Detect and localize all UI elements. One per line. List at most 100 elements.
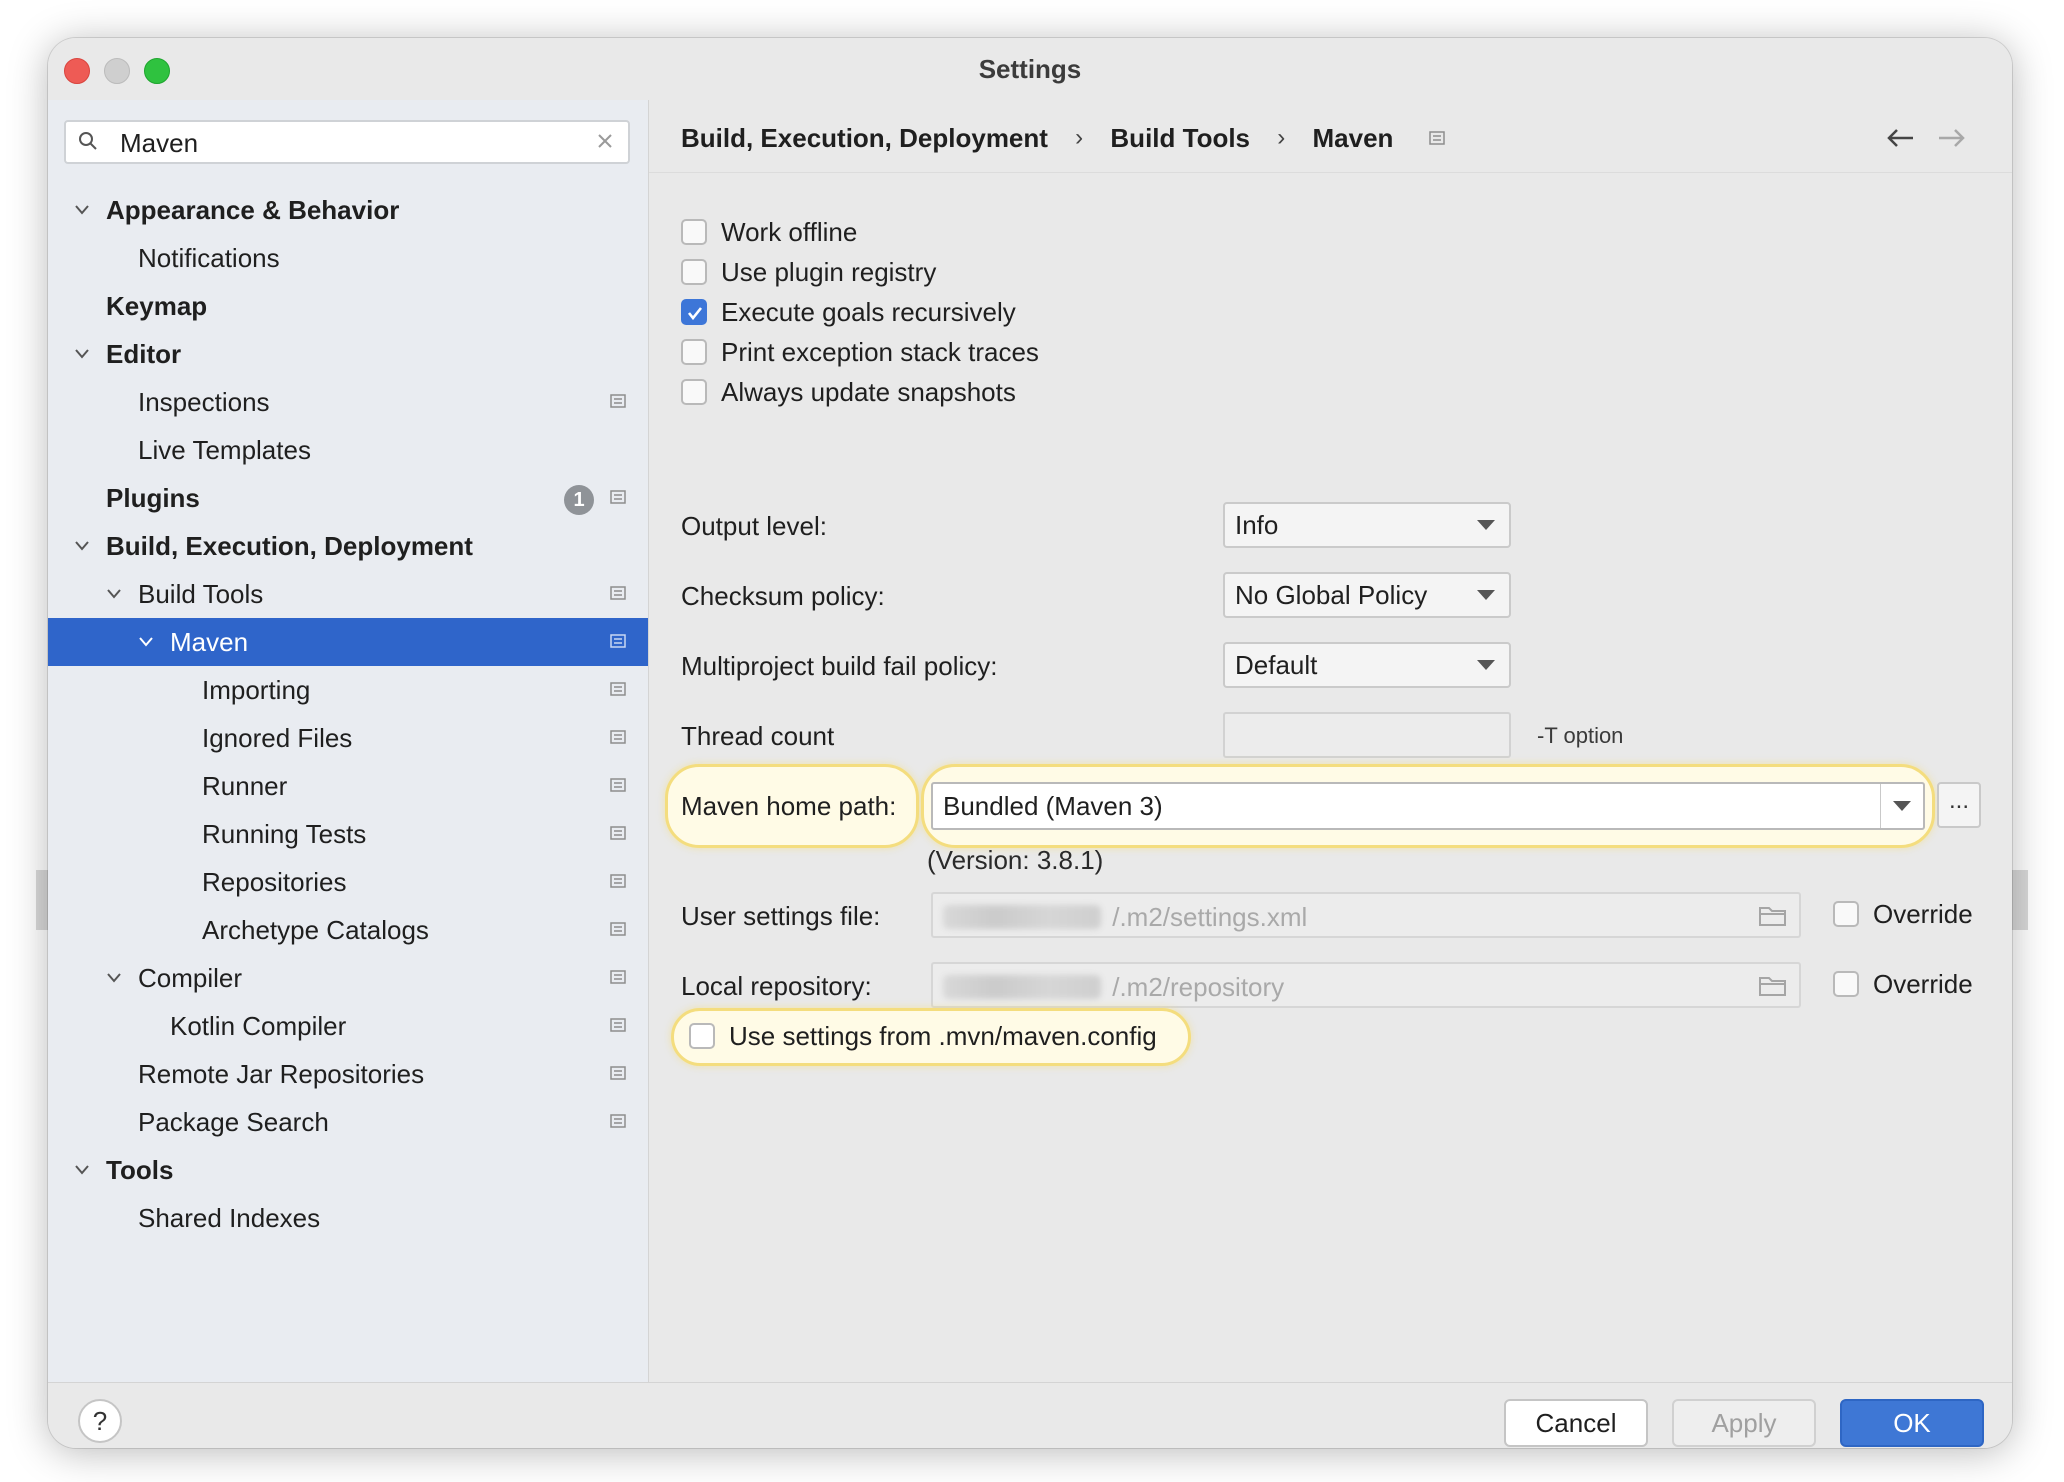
close-window-button[interactable] (64, 58, 90, 84)
chevron-down-icon[interactable] (74, 203, 90, 217)
header-divider (649, 172, 2012, 173)
breadcrumb-item: Maven (1312, 123, 1394, 154)
user-settings-value: /.m2/settings.xml (1112, 902, 1308, 933)
page-icon (610, 970, 626, 984)
chevron-down-icon (1477, 590, 1495, 600)
user-settings-label: User settings file: (681, 901, 881, 931)
option-checkbox[interactable] (681, 299, 707, 325)
maven-home-combo[interactable]: Bundled (Maven 3) (931, 782, 1925, 830)
sidebar-item-label: Archetype Catalogs (202, 915, 429, 945)
clear-search-icon[interactable] (596, 132, 614, 150)
local-repo-input[interactable]: /.m2/repository (931, 962, 1801, 1008)
fail-policy-select[interactable]: Default (1223, 642, 1511, 688)
chevron-down-icon[interactable] (106, 587, 122, 601)
option-label: Use plugin registry (721, 257, 937, 287)
folder-icon[interactable] (1759, 974, 1787, 996)
sidebar-item-label: Tools (106, 1155, 174, 1185)
option-checkbox[interactable] (681, 379, 707, 405)
sidebar-item[interactable]: Keymap (48, 282, 648, 330)
page-icon (610, 826, 626, 840)
sidebar-item[interactable]: Runner (48, 762, 648, 810)
sidebar-item[interactable]: Live Templates (48, 426, 648, 474)
breadcrumb-item[interactable]: Build, Execution, Deployment (681, 118, 1048, 158)
settings-content: Build, Execution, Deployment › Build Too… (649, 100, 2012, 1382)
chevron-down-icon[interactable] (138, 635, 154, 649)
sidebar-item[interactable]: Repositories (48, 858, 648, 906)
sidebar-item[interactable]: Appearance & Behavior (48, 186, 648, 234)
sidebar-item[interactable]: Archetype Catalogs (48, 906, 648, 954)
search-icon (79, 132, 97, 150)
sidebar-item-label: Runner (202, 771, 288, 801)
output-level-select[interactable]: Info (1223, 502, 1511, 548)
sidebar-item[interactable]: Build, Execution, Deployment (48, 522, 648, 570)
sidebar-item[interactable]: Inspections (48, 378, 648, 426)
cancel-button[interactable]: Cancel (1504, 1399, 1648, 1447)
sidebar-item[interactable]: Shared Indexes (48, 1194, 648, 1242)
chevron-down-icon (1477, 660, 1495, 670)
sidebar-item[interactable]: Ignored Files (48, 714, 648, 762)
sidebar-item[interactable]: Notifications (48, 234, 648, 282)
sidebar-item-label: Appearance & Behavior (106, 195, 400, 225)
chevron-down-icon[interactable] (74, 539, 90, 553)
sidebar-item-label: Keymap (106, 291, 208, 321)
thread-count-label: Thread count (681, 721, 835, 751)
chevron-down-icon[interactable] (106, 971, 122, 985)
sidebar-item[interactable]: Running Tests (48, 810, 648, 858)
page-icon (610, 1066, 626, 1080)
title-bar: Settings (48, 38, 2012, 100)
local-repo-override-checkbox[interactable] (1833, 971, 1859, 997)
search-input[interactable] (118, 126, 582, 160)
ok-button[interactable]: OK (1840, 1399, 1984, 1447)
sidebar-item-label: Build, Execution, Deployment (106, 531, 473, 561)
sidebar-item-label: Running Tests (202, 819, 367, 849)
maven-home-dropdown-button[interactable] (1880, 784, 1923, 828)
thread-count-input[interactable] (1223, 712, 1511, 758)
sidebar-item[interactable]: Editor (48, 330, 648, 378)
option-label: Work offline (721, 217, 858, 247)
fail-policy-label: Multiproject build fail policy: (681, 651, 998, 681)
sidebar-item[interactable]: Tools (48, 1146, 648, 1194)
sidebar-item[interactable]: Package Search (48, 1098, 648, 1146)
page-icon (610, 874, 626, 888)
folder-icon[interactable] (1759, 904, 1787, 926)
redacted-path-prefix (943, 905, 1101, 930)
back-arrow-icon[interactable] (1885, 128, 1915, 148)
sidebar-item[interactable]: Plugins 1 (48, 474, 648, 522)
help-button[interactable]: ? (78, 1399, 122, 1443)
zoom-window-button[interactable] (144, 58, 170, 84)
minimize-window-button[interactable] (104, 58, 130, 84)
option-checkbox[interactable] (681, 259, 707, 285)
page-icon (610, 490, 626, 504)
option-label: Execute goals recursively (721, 297, 1016, 327)
breadcrumb-separator: › (1075, 124, 1084, 152)
page-icon (610, 778, 626, 792)
breadcrumb-item[interactable]: Build Tools (1110, 118, 1250, 158)
thread-count-hint: -T option (1537, 723, 1624, 748)
use-mvn-config-checkbox[interactable] (689, 1023, 715, 1049)
sidebar-item[interactable]: Kotlin Compiler (48, 1002, 648, 1050)
output-level-label: Output level: (681, 511, 827, 541)
sidebar-item-label: Editor (106, 339, 182, 369)
sidebar-item-label: Notifications (138, 243, 280, 273)
sidebar-item[interactable]: Compiler (48, 954, 648, 1002)
sidebar-item[interactable]: Build Tools (48, 570, 648, 618)
page-icon (610, 922, 626, 936)
forward-arrow-icon[interactable] (1937, 128, 1967, 148)
background-window-edge (36, 870, 48, 930)
browse-button[interactable]: ... (1937, 782, 1981, 828)
search-box[interactable] (64, 120, 630, 164)
sidebar-item[interactable]: Maven (48, 618, 648, 666)
sidebar-item[interactable]: Importing (48, 666, 648, 714)
dialog-footer: ? Cancel Apply OK (48, 1382, 2012, 1448)
user-settings-input[interactable]: /.m2/settings.xml (931, 892, 1801, 938)
chevron-down-icon[interactable] (74, 1163, 90, 1177)
apply-button[interactable]: Apply (1672, 1399, 1816, 1447)
breadcrumb-separator: › (1277, 124, 1286, 152)
option-checkbox[interactable] (681, 339, 707, 365)
sidebar-item-label: Build Tools (138, 579, 264, 609)
option-checkbox[interactable] (681, 219, 707, 245)
checksum-policy-select[interactable]: No Global Policy (1223, 572, 1511, 618)
user-settings-override-checkbox[interactable] (1833, 901, 1859, 927)
chevron-down-icon[interactable] (74, 347, 90, 361)
sidebar-item[interactable]: Remote Jar Repositories (48, 1050, 648, 1098)
